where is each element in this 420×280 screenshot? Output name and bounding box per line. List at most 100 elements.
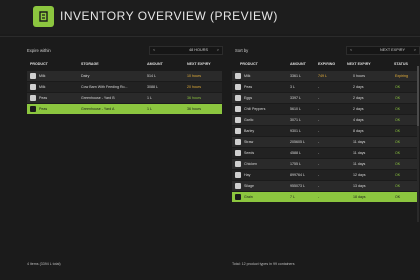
amount-value: 3 L bbox=[290, 85, 295, 90]
product-name: Hay bbox=[244, 173, 251, 178]
product-name: Peas bbox=[39, 107, 48, 112]
status-badge: Expiring bbox=[395, 74, 408, 79]
prev-arrow-icon[interactable]: < bbox=[153, 48, 155, 52]
expiring-value: 749 L bbox=[318, 74, 327, 79]
amount-value: 9301 L bbox=[290, 129, 301, 134]
expiring-value: - bbox=[318, 129, 320, 134]
col-product[interactable]: PRODUCT bbox=[30, 62, 48, 66]
milk-can-icon bbox=[30, 84, 36, 90]
table-row[interactable]: Peas Greenhouse - Yard A 1 L 36 hours bbox=[27, 104, 222, 114]
expiry-value: 36 hours bbox=[187, 107, 201, 112]
col-status[interactable]: STATUS bbox=[394, 62, 408, 66]
seeds-icon bbox=[235, 150, 241, 156]
table-row[interactable]: Peas Greenhouse - Yard B 1 L 36 hours bbox=[27, 93, 222, 103]
table-row[interactable]: Barley 9301 L - 8 days OK bbox=[232, 126, 418, 136]
table-row[interactable]: Grain 7 L - 18 days OK bbox=[232, 192, 418, 202]
next-arrow-icon[interactable]: > bbox=[414, 48, 416, 52]
status-badge: OK bbox=[395, 96, 401, 101]
expiry-value: 0 hours bbox=[353, 74, 365, 79]
amount-value: 3088 L bbox=[147, 85, 158, 90]
col-product[interactable]: PRODUCT bbox=[240, 62, 258, 66]
table-row[interactable]: Milk Dairy 514 L 10 hours bbox=[27, 71, 222, 81]
garlic-icon bbox=[235, 117, 241, 123]
table-row[interactable]: Garlic 3071 L - 4 days OK bbox=[232, 115, 418, 125]
prev-arrow-icon[interactable]: < bbox=[350, 48, 352, 52]
peas-icon bbox=[30, 95, 36, 101]
expiry-value: 20 hours bbox=[187, 85, 201, 90]
inventory-icon bbox=[33, 6, 54, 27]
amount-value: 5610 L bbox=[290, 107, 301, 112]
status-badge: OK bbox=[395, 184, 401, 189]
storage-name: Greenhouse - Yard B bbox=[81, 96, 115, 101]
product-name: Milk bbox=[244, 74, 251, 79]
amount-value: 899764 L bbox=[290, 173, 305, 178]
expiring-value: - bbox=[318, 162, 320, 167]
table-row[interactable]: Peas 3 L - 2 days OK bbox=[232, 82, 418, 92]
table-row[interactable]: Hay 899764 L - 12 days OK bbox=[232, 170, 418, 180]
expiry-value: 36 hours bbox=[187, 96, 201, 101]
amount-value: 3071 L bbox=[290, 118, 301, 123]
expire-within-label: Expire within bbox=[27, 48, 51, 53]
col-next-expiry[interactable]: NEXT EXPIRY bbox=[347, 62, 371, 66]
peas-icon bbox=[235, 84, 241, 90]
straw-icon bbox=[235, 139, 241, 145]
chicken-icon bbox=[235, 161, 241, 167]
table-row[interactable]: Chicken 1755 L - 11 days OK bbox=[232, 159, 418, 169]
amount-value: 3361 L bbox=[290, 74, 301, 79]
expire-within-select[interactable]: < 48 HOURS > bbox=[149, 46, 223, 55]
scrollbar[interactable] bbox=[417, 66, 419, 222]
table-row[interactable]: Silage 955073 L - 13 days OK bbox=[232, 181, 418, 191]
expiry-value: 13 days bbox=[353, 184, 366, 189]
table-row[interactable]: Milk 3361 L 749 L 0 hours Expiring bbox=[232, 71, 418, 81]
amount-value: 1 L bbox=[147, 96, 152, 101]
product-name: Barley bbox=[244, 129, 255, 134]
amount-value: 205605 L bbox=[290, 140, 305, 145]
expiry-value: 10 hours bbox=[187, 74, 201, 79]
col-next-expiry[interactable]: NEXT EXPIRY bbox=[187, 62, 211, 66]
expiry-value: 8 days bbox=[353, 129, 364, 134]
amount-value: 1 L bbox=[147, 107, 152, 112]
sort-by-value: NEXT EXPIRY bbox=[380, 48, 405, 53]
page-title: INVENTORY OVERVIEW (PREVIEW) bbox=[60, 9, 278, 23]
col-storage[interactable]: STORAGE bbox=[81, 62, 99, 66]
col-amount[interactable]: AMOUNT bbox=[290, 62, 306, 66]
table-row[interactable]: Milk Cow Barn With Feeding Ro... 3088 L 20 … bbox=[27, 82, 222, 92]
status-badge: OK bbox=[395, 85, 401, 90]
expiry-value: 11 days bbox=[353, 162, 366, 167]
status-badge: OK bbox=[395, 151, 401, 156]
expiring-value: - bbox=[318, 173, 320, 178]
amount-value: 514 L bbox=[147, 74, 156, 79]
milk-can-icon bbox=[30, 73, 36, 79]
expiring-value: - bbox=[318, 85, 320, 90]
silage-icon bbox=[235, 183, 241, 189]
product-name: Peas bbox=[39, 96, 48, 101]
table-row[interactable]: Chili Peppers 5610 L - 2 days OK bbox=[232, 104, 418, 114]
expiry-value: 2 days bbox=[353, 96, 364, 101]
right-footer: Total: 12 product types in 99 containers bbox=[232, 262, 295, 266]
product-name: Milk bbox=[39, 74, 46, 79]
expiring-value: - bbox=[318, 195, 320, 200]
expiring-value: - bbox=[318, 151, 320, 156]
expiry-value: 2 days bbox=[353, 107, 364, 112]
table-row[interactable]: Eggs 3397 L - 2 days OK bbox=[232, 93, 418, 103]
status-badge: OK bbox=[395, 162, 401, 167]
status-badge: OK bbox=[395, 173, 401, 178]
amount-value: 4588 L bbox=[290, 151, 301, 156]
amount-value: 3397 L bbox=[290, 96, 301, 101]
scrollbar-thumb[interactable] bbox=[417, 66, 419, 126]
table-row[interactable]: Straw 205605 L - 11 days OK bbox=[232, 137, 418, 147]
expiring-value: - bbox=[318, 118, 320, 123]
product-name: Grain bbox=[244, 195, 253, 200]
expiring-value: - bbox=[318, 140, 320, 145]
chili-icon bbox=[235, 106, 241, 112]
table-row[interactable]: Seeds 4588 L - 11 days OK bbox=[232, 148, 418, 158]
grain-icon bbox=[235, 194, 241, 200]
sort-by-select[interactable]: < NEXT EXPIRY > bbox=[346, 46, 420, 55]
barley-icon bbox=[235, 128, 241, 134]
storage-name: Dairy bbox=[81, 74, 90, 79]
product-name: Straw bbox=[244, 140, 254, 145]
sort-by-label: Sort by bbox=[235, 48, 249, 53]
next-arrow-icon[interactable]: > bbox=[217, 48, 219, 52]
col-expiring[interactable]: EXPIRING bbox=[318, 62, 335, 66]
col-amount[interactable]: AMOUNT bbox=[147, 62, 163, 66]
